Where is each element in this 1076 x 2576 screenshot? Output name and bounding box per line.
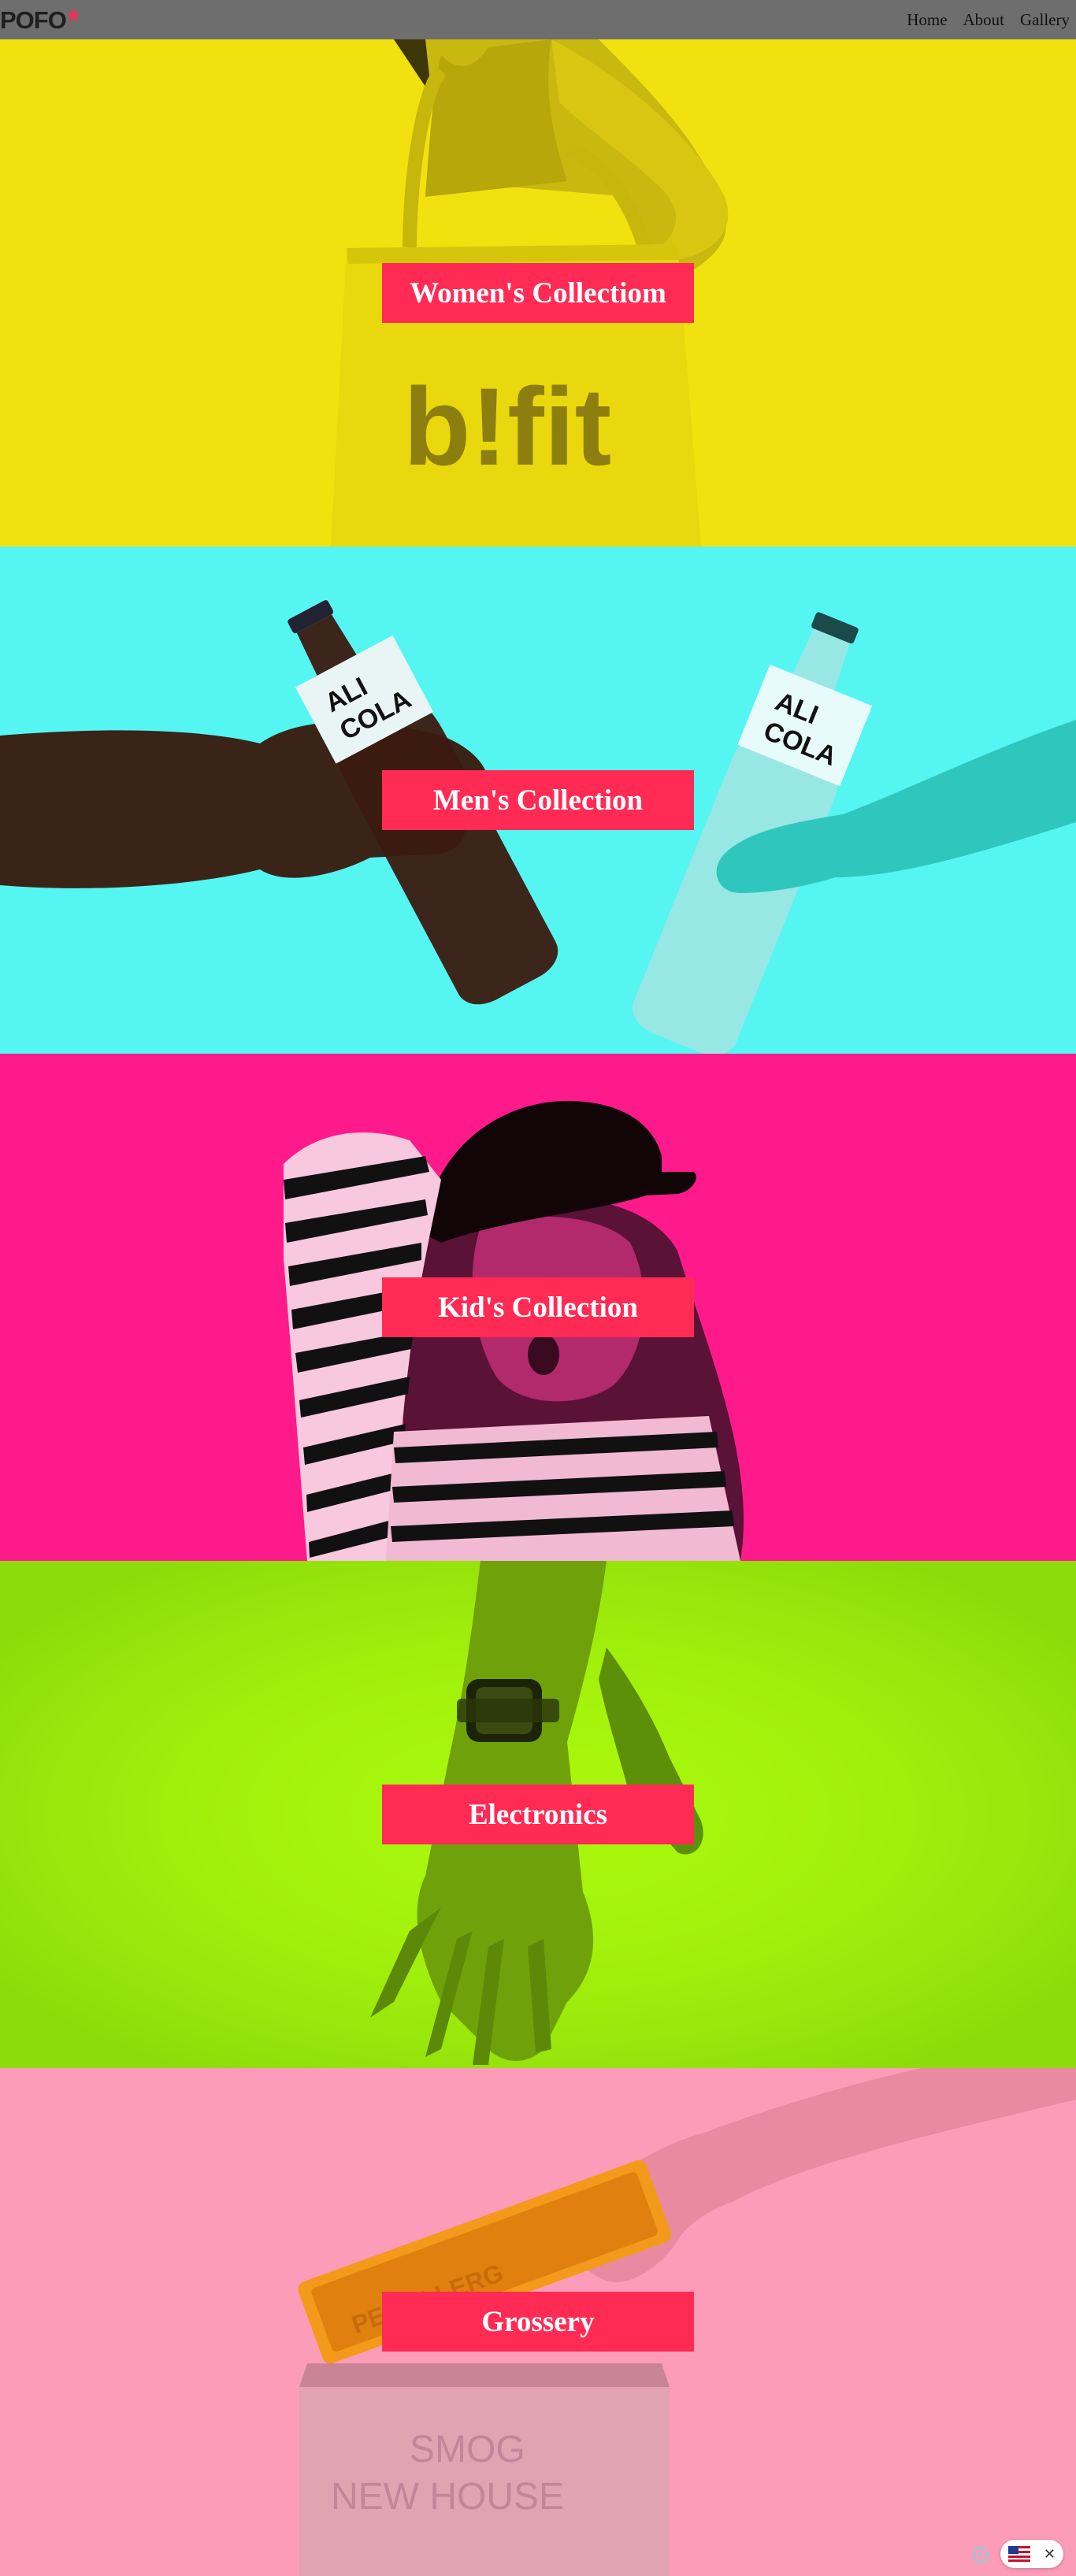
womens-collection-button[interactable]: Women's Collectiom bbox=[382, 263, 694, 323]
close-icon[interactable]: ✕ bbox=[1044, 2546, 1056, 2563]
settings-gear-icon[interactable] bbox=[969, 2543, 993, 2567]
grossery-button[interactable]: Grossery bbox=[382, 2292, 694, 2352]
grossery-section: PET ALLERG SMOG NEW HOUSE Grossery bbox=[0, 2068, 1076, 2576]
womens-collection-section: b!fit Women's Collectiom bbox=[0, 39, 1076, 547]
kids-collection-section: Kid's Collection bbox=[0, 1054, 1076, 1561]
language-widget: ✕ bbox=[1000, 2540, 1063, 2568]
main-nav: Home About Gallery bbox=[891, 10, 1070, 30]
logo[interactable]: POFO * bbox=[0, 3, 79, 36]
electronics-button[interactable]: Electronics bbox=[382, 1785, 694, 1844]
us-flag-icon[interactable] bbox=[1008, 2546, 1030, 2562]
nav-about-link[interactable]: About bbox=[963, 10, 1005, 30]
mens-collection-section: ALI COLA ALI COLA Men's Collection bbox=[0, 547, 1076, 1054]
box-text-1: SMOG bbox=[410, 2429, 525, 2470]
logo-text: POFO bbox=[0, 6, 67, 34]
nav-gallery-link[interactable]: Gallery bbox=[1020, 10, 1070, 30]
tote-text: b!fit bbox=[403, 365, 611, 488]
site-header: POFO * Home About Gallery bbox=[0, 0, 1076, 39]
nav-home-link[interactable]: Home bbox=[907, 10, 947, 30]
mens-collection-button[interactable]: Men's Collection bbox=[382, 770, 694, 830]
electronics-section: Electronics bbox=[0, 1561, 1076, 2068]
box-text-2: NEW HOUSE bbox=[331, 2476, 564, 2518]
logo-star-icon: * bbox=[67, 3, 79, 36]
kids-collection-button[interactable]: Kid's Collection bbox=[382, 1277, 694, 1337]
